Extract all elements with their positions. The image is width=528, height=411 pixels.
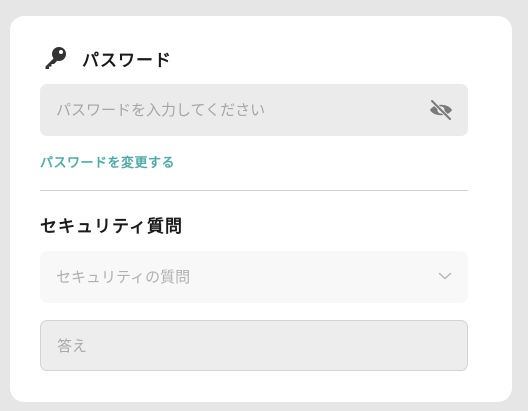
answer-field: [40, 320, 468, 371]
security-question-placeholder: セキュリティの質問: [56, 268, 191, 286]
password-input[interactable]: [40, 84, 410, 136]
security-question-select[interactable]: セキュリティの質問: [40, 251, 468, 303]
eye-off-icon[interactable]: [428, 98, 454, 122]
change-password-link[interactable]: パスワードを変更する: [40, 152, 175, 171]
security-section-header: セキュリティ質問: [40, 210, 183, 238]
security-question-title: セキュリティ質問: [40, 216, 183, 237]
password-field: [40, 84, 468, 136]
password-section-header: パスワード: [42, 44, 172, 72]
password-title: パスワード: [82, 50, 172, 71]
chevron-down-icon: [438, 271, 452, 281]
key-icon: [42, 45, 68, 71]
settings-card: パスワード パスワードを変更する セキュリティ質問 セキュリティの質問: [10, 16, 512, 402]
answer-input[interactable]: [41, 321, 467, 370]
section-divider: [40, 190, 468, 191]
